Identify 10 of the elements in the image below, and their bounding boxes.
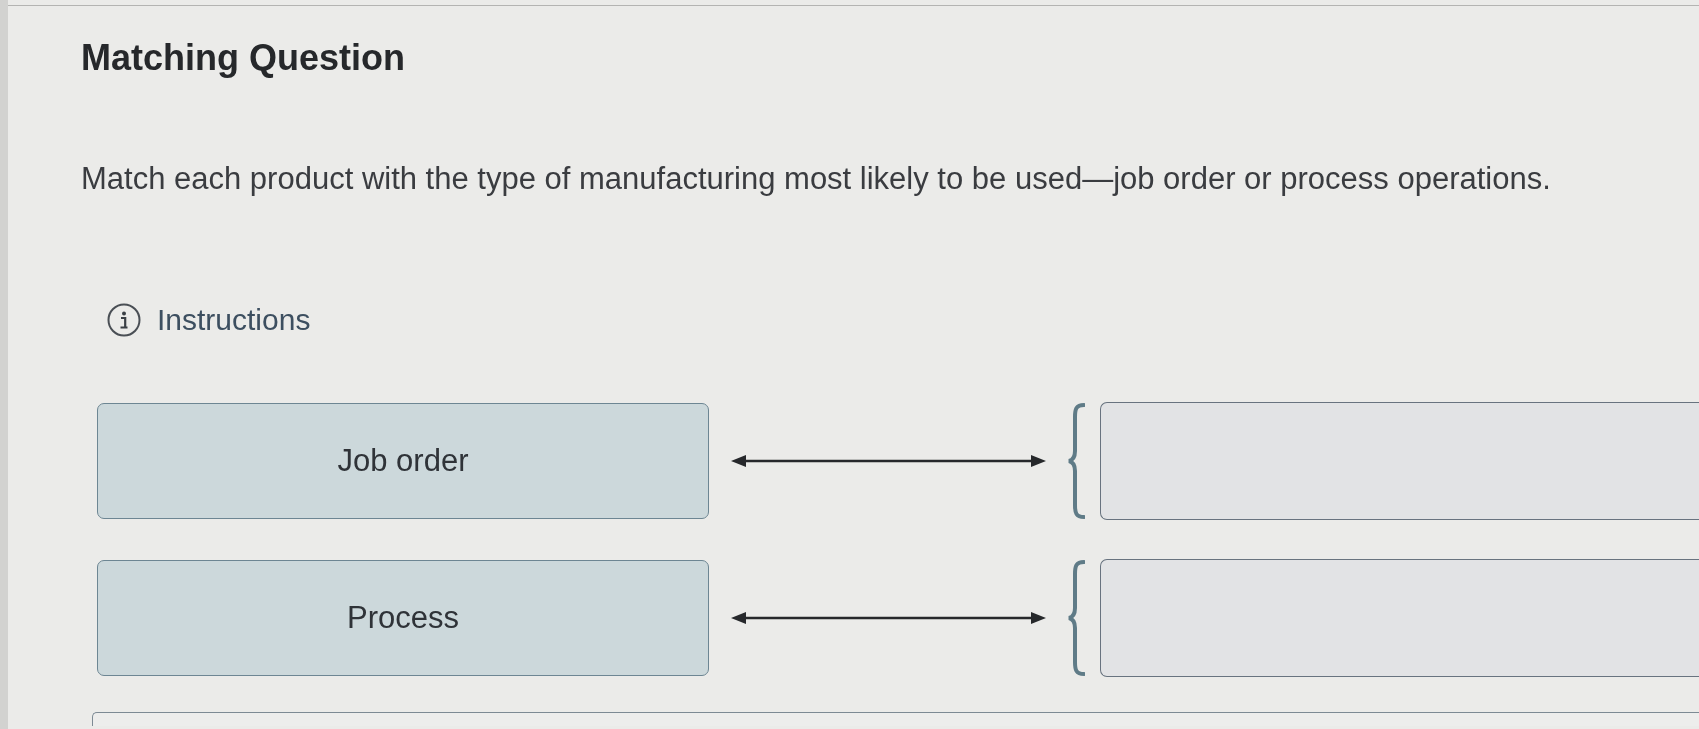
drop-field[interactable]: [1100, 559, 1699, 677]
brace-icon: [1067, 560, 1085, 676]
question-prompt: Match each product with the type of manufacturing most likely to be used—job order or process operations.: [81, 160, 1551, 198]
instructions-button[interactable]: Instructions: [107, 302, 311, 338]
brace-icon: [1067, 403, 1085, 519]
drop-field[interactable]: [1100, 402, 1699, 520]
info-icon: [107, 303, 141, 337]
term-tile[interactable]: Process: [97, 560, 709, 676]
question-title: Matching Question: [81, 36, 405, 80]
term-tile[interactable]: Job order: [97, 403, 709, 519]
